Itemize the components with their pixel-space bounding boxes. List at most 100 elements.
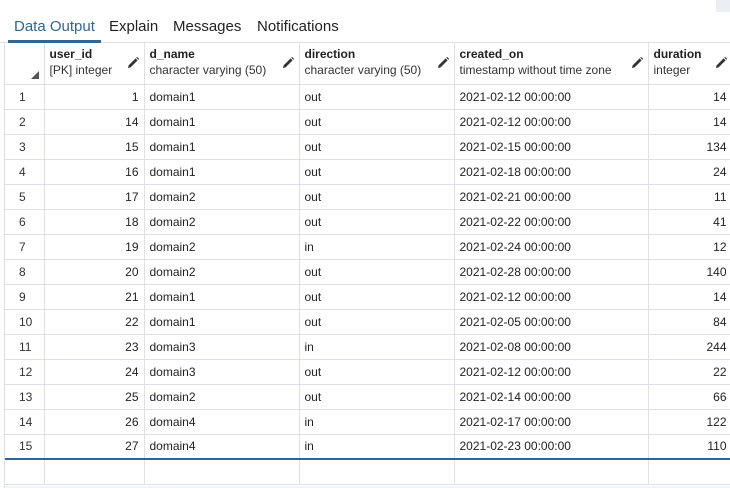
pencil-icon[interactable] — [714, 56, 728, 70]
d-name-cell[interactable]: domain2 — [144, 209, 300, 235]
duration-cell[interactable]: 134 — [648, 134, 730, 160]
user-id-cell[interactable]: 23 — [44, 334, 145, 360]
column-header-d-name[interactable]: d_name character varying (50) — [144, 43, 300, 85]
table-row[interactable]: 15 27 domain4 in 2021-02-23 00:00:00 110 — [5, 434, 730, 460]
user-id-cell[interactable]: 26 — [44, 409, 145, 435]
table-row[interactable]: 13 25 domain2 out 2021-02-14 00:00:00 66 — [5, 384, 730, 410]
direction-cell[interactable]: in — [299, 409, 455, 435]
user-id-cell[interactable]: 18 — [44, 209, 145, 235]
direction-cell[interactable]: in — [299, 334, 455, 360]
duration-cell[interactable]: 11 — [648, 184, 730, 210]
created-on-cell[interactable]: 2021-02-05 00:00:00 — [454, 309, 649, 335]
created-on-cell[interactable]: 2021-02-28 00:00:00 — [454, 259, 649, 285]
direction-cell[interactable]: out — [299, 134, 455, 160]
d-name-cell[interactable]: domain2 — [144, 259, 300, 285]
tab-notifications[interactable]: Notifications — [251, 12, 345, 43]
created-on-cell[interactable]: 2021-02-23 00:00:00 — [454, 434, 649, 460]
row-number-cell[interactable]: 1 — [5, 84, 45, 110]
user-id-cell[interactable]: 19 — [44, 234, 145, 260]
tab-data-output[interactable]: Data Output — [8, 12, 101, 43]
table-row[interactable]: 4 16 domain1 out 2021-02-18 00:00:00 24 — [5, 159, 730, 185]
table-row[interactable]: 1 1 domain1 out 2021-02-12 00:00:00 14 — [5, 84, 730, 110]
created-on-cell[interactable]: 2021-02-12 00:00:00 — [454, 284, 649, 310]
d-name-cell[interactable]: domain1 — [144, 109, 300, 135]
duration-cell[interactable]: 22 — [648, 359, 730, 385]
created-on-cell[interactable]: 2021-02-14 00:00:00 — [454, 384, 649, 410]
column-header-direction[interactable]: direction character varying (50) — [299, 43, 455, 85]
direction-cell[interactable]: out — [299, 159, 455, 185]
d-name-cell[interactable]: domain3 — [144, 359, 300, 385]
direction-cell[interactable]: in — [299, 434, 455, 460]
column-header-duration[interactable]: duration integer — [648, 43, 730, 85]
direction-cell[interactable]: in — [299, 234, 455, 260]
duration-cell[interactable]: 24 — [648, 159, 730, 185]
pencil-icon[interactable] — [281, 56, 295, 70]
column-header-created-on[interactable]: created_on timestamp without time zone — [454, 43, 649, 85]
user-id-cell[interactable]: 15 — [44, 134, 145, 160]
duration-cell[interactable]: 14 — [648, 84, 730, 110]
d-name-cell[interactable]: domain2 — [144, 184, 300, 210]
direction-cell[interactable]: out — [299, 184, 455, 210]
table-row[interactable]: 9 21 domain1 out 2021-02-12 00:00:00 14 — [5, 284, 730, 310]
duration-cell[interactable]: 84 — [648, 309, 730, 335]
table-row[interactable]: 3 15 domain1 out 2021-02-15 00:00:00 134 — [5, 134, 730, 160]
user-id-cell[interactable]: 20 — [44, 259, 145, 285]
row-number-cell[interactable]: 3 — [5, 134, 45, 160]
pencil-icon[interactable] — [436, 56, 450, 70]
table-row[interactable]: 12 24 domain3 out 2021-02-12 00:00:00 22 — [5, 359, 730, 385]
direction-cell[interactable]: out — [299, 109, 455, 135]
created-on-cell[interactable]: 2021-02-22 00:00:00 — [454, 209, 649, 235]
user-id-cell[interactable]: 14 — [44, 109, 145, 135]
user-id-cell[interactable]: 16 — [44, 159, 145, 185]
tab-messages[interactable]: Messages — [167, 12, 247, 43]
table-row[interactable]: 6 18 domain2 out 2021-02-22 00:00:00 41 — [5, 209, 730, 235]
row-number-cell[interactable]: 8 — [5, 259, 45, 285]
row-number-cell[interactable]: 11 — [5, 334, 45, 360]
duration-cell[interactable]: 110 — [648, 434, 730, 460]
direction-cell[interactable]: out — [299, 284, 455, 310]
row-number-cell[interactable]: 9 — [5, 284, 45, 310]
column-header-user-id[interactable]: user_id [PK] integer — [44, 43, 145, 85]
row-number-cell[interactable]: 7 — [5, 234, 45, 260]
created-on-cell[interactable]: 2021-02-17 00:00:00 — [454, 409, 649, 435]
row-number-cell[interactable]: 12 — [5, 359, 45, 385]
duration-cell[interactable]: 122 — [648, 409, 730, 435]
created-on-cell[interactable]: 2021-02-12 00:00:00 — [454, 109, 649, 135]
row-number-cell[interactable]: 2 — [5, 109, 45, 135]
row-number-cell[interactable]: 15 — [5, 434, 45, 460]
table-row[interactable]: 5 17 domain2 out 2021-02-21 00:00:00 11 — [5, 184, 730, 210]
direction-cell[interactable]: out — [299, 209, 455, 235]
duration-cell[interactable]: 12 — [648, 234, 730, 260]
created-on-cell[interactable]: 2021-02-18 00:00:00 — [454, 159, 649, 185]
created-on-cell[interactable]: 2021-02-15 00:00:00 — [454, 134, 649, 160]
d-name-cell[interactable]: domain2 — [144, 384, 300, 410]
user-id-cell[interactable]: 22 — [44, 309, 145, 335]
row-number-header[interactable] — [5, 43, 45, 85]
direction-cell[interactable]: out — [299, 359, 455, 385]
d-name-cell[interactable]: domain1 — [144, 159, 300, 185]
direction-cell[interactable]: out — [299, 259, 455, 285]
created-on-cell[interactable]: 2021-02-12 00:00:00 — [454, 84, 649, 110]
created-on-cell[interactable]: 2021-02-08 00:00:00 — [454, 334, 649, 360]
duration-cell[interactable]: 14 — [648, 109, 730, 135]
d-name-cell[interactable]: domain1 — [144, 84, 300, 110]
created-on-cell[interactable]: 2021-02-24 00:00:00 — [454, 234, 649, 260]
duration-cell[interactable]: 14 — [648, 284, 730, 310]
d-name-cell[interactable]: domain2 — [144, 234, 300, 260]
table-row[interactable]: 2 14 domain1 out 2021-02-12 00:00:00 14 — [5, 109, 730, 135]
d-name-cell[interactable]: domain3 — [144, 334, 300, 360]
d-name-cell[interactable]: domain1 — [144, 284, 300, 310]
row-number-cell[interactable]: 14 — [5, 409, 45, 435]
user-id-cell[interactable]: 25 — [44, 384, 145, 410]
user-id-cell[interactable]: 17 — [44, 184, 145, 210]
d-name-cell[interactable]: domain4 — [144, 434, 300, 460]
row-number-cell[interactable]: 10 — [5, 309, 45, 335]
row-number-cell[interactable]: 4 — [5, 159, 45, 185]
d-name-cell[interactable]: domain1 — [144, 134, 300, 160]
duration-cell[interactable]: 140 — [648, 259, 730, 285]
duration-cell[interactable]: 66 — [648, 384, 730, 410]
row-number-cell[interactable]: 6 — [5, 209, 45, 235]
user-id-cell[interactable]: 27 — [44, 434, 145, 460]
created-on-cell[interactable]: 2021-02-12 00:00:00 — [454, 359, 649, 385]
row-number-cell[interactable]: 13 — [5, 384, 45, 410]
